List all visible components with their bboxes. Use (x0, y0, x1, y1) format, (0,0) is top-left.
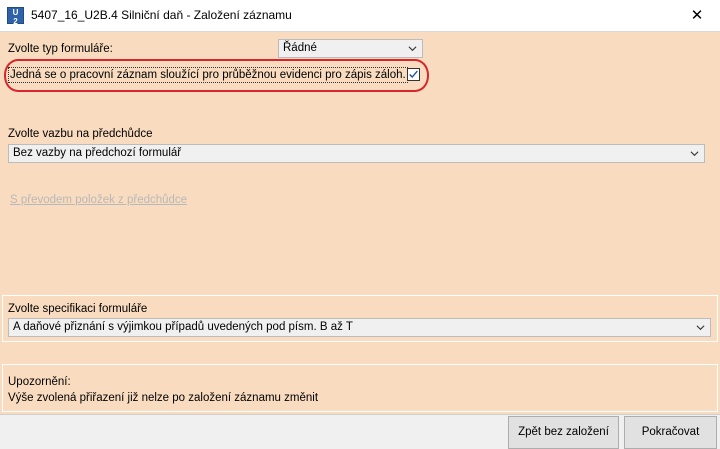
form-type-label: Zvolte typ formuláře: (8, 43, 113, 55)
app-icon: U 2 (7, 7, 24, 26)
window-title: 5407_16_U2B.4 Silniční daň - Založení zá… (31, 8, 292, 22)
predecessor-select[interactable]: Bez vazby na předchozí formulář (8, 144, 705, 163)
working-record-checkbox[interactable] (407, 68, 420, 81)
chevron-down-icon (408, 46, 417, 52)
dialog-client-area: Zvolte typ formuláře: Řádné Jedná se o p… (0, 32, 720, 449)
chevron-down-icon (690, 151, 699, 157)
warning-title: Upozornění: (8, 376, 71, 388)
specification-label: Zvolte specifikaci formuláře (8, 303, 148, 315)
specification-select[interactable]: A daňové přiznání s výjimkou případů uve… (8, 318, 711, 337)
form-type-select[interactable]: Řádné (278, 39, 423, 58)
close-button[interactable]: ✕ (674, 0, 720, 31)
form-type-value: Řádné (283, 42, 317, 54)
close-icon: ✕ (690, 7, 704, 24)
predecessor-label: Zvolte vazbu na předchůdce (8, 128, 153, 140)
warning-text: Výše zvolená přiřazení již nelze po zalo… (8, 392, 319, 404)
chevron-down-icon (696, 325, 705, 331)
transfer-items-link[interactable]: S převodem položek z předchůdce (10, 194, 187, 206)
checkmark-icon (409, 70, 418, 79)
title-bar: U 2 5407_16_U2B.4 Silniční daň - Založen… (0, 0, 720, 32)
back-without-create-button[interactable]: Zpět bez založení (508, 416, 619, 449)
working-record-label[interactable]: Jedná se o pracovní záznam sloužící pro … (8, 67, 408, 83)
predecessor-value: Bez vazby na předchozí formulář (13, 147, 182, 159)
specification-value: A daňové přiznání s výjimkou případů uve… (13, 321, 353, 333)
continue-button[interactable]: Pokračovat (624, 416, 717, 449)
warning-section (2, 364, 718, 412)
